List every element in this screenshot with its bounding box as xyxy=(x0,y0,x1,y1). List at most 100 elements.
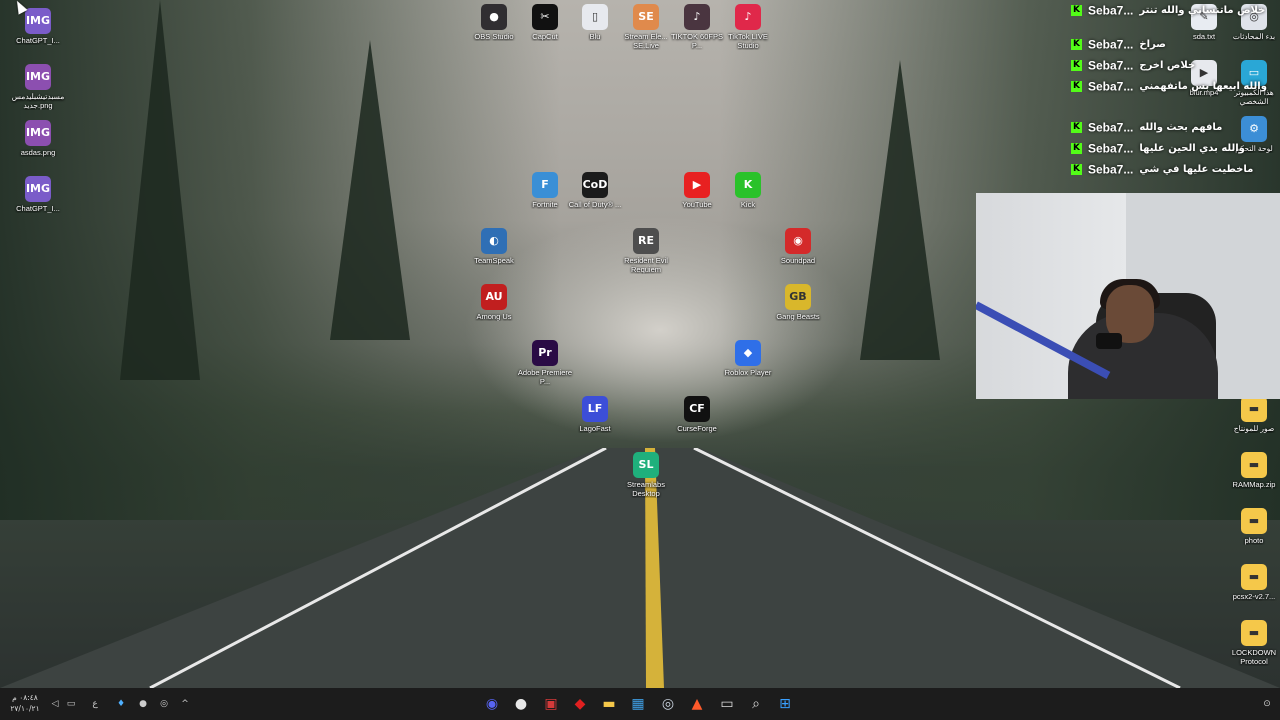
desktop-shortcut[interactable]: SL Streamlabs Desktop xyxy=(616,452,676,508)
kick-badge-icon: K xyxy=(1071,5,1082,16)
file-icon: ▯ xyxy=(582,4,608,30)
notification-icon[interactable]: ⊙ xyxy=(1260,694,1274,714)
streamelements-icon: SE xyxy=(633,4,659,30)
desktop-shortcut-label: Resident Evil Requiem xyxy=(624,256,668,274)
desktop-shortcut[interactable]: ▬ photo xyxy=(1224,508,1280,564)
desktop-shortcut-label: LagoFast xyxy=(579,424,611,433)
desktop-shortcut[interactable]: ◉ Soundpad xyxy=(768,228,828,284)
chat-overlay: K Seba7... خلاص ماتنساني والله تنتر K Seba7.… xyxy=(1068,0,1280,180)
desktop-shortcut[interactable]: AU Among Us xyxy=(464,284,524,340)
kick-icon: K xyxy=(735,172,761,198)
desktop-shortcut[interactable]: IMG ChatGPT_I... xyxy=(8,8,68,64)
wallpaper-tree xyxy=(330,40,410,340)
image-file-icon: IMG xyxy=(25,64,51,90)
desktop-shortcut-label: photo xyxy=(1244,536,1264,545)
mic-icon[interactable]: ♦ xyxy=(114,694,128,714)
desktop-shortcut[interactable]: CoD Call of Duty® ... xyxy=(565,172,625,228)
chat-username: Seba7... xyxy=(1088,3,1134,18)
call-of-duty-icon: CoD xyxy=(582,172,608,198)
desktop-shortcut[interactable]: ▬ صور للمونتاج xyxy=(1224,396,1280,452)
desktop-shortcut-label: صور للمونتاج xyxy=(1233,424,1275,433)
obs-taskbar-icon[interactable]: ● xyxy=(511,694,531,714)
desktop-shortcut[interactable]: ◐ TeamSpeak xyxy=(464,228,524,284)
desktop-shortcut-label: Among Us xyxy=(476,312,512,321)
chat-text: خلاص اخرج xyxy=(1139,59,1196,71)
desktop-shortcut[interactable]: K Kick xyxy=(718,172,778,228)
desktop-shortcut-label: pcsx2-v2.7... xyxy=(1232,592,1276,601)
desktop[interactable]: IMG ChatGPT_I... IMG مسبدتيشبليدمس جديد.png… xyxy=(0,0,1280,688)
desktop-shortcut[interactable]: ▬ LOCKDOWN Protocol xyxy=(1224,620,1280,676)
webcam-overlay xyxy=(976,193,1280,399)
image-file-icon: IMG xyxy=(25,176,51,202)
resident-evil-icon: RE xyxy=(633,228,659,254)
desktop-shortcut-label: RAMMap.zip xyxy=(1232,480,1276,489)
chat-message: K Seba7... والله بدي الحين عليها xyxy=(1068,138,1248,156)
chat-text: والله ابيعها بس ماتفهمني xyxy=(1139,80,1267,92)
kick-badge-icon: K xyxy=(1071,39,1082,50)
kick-badge-icon: K xyxy=(1071,81,1082,92)
folder-icon: ▬ xyxy=(1241,564,1267,590)
store-icon[interactable]: ▦ xyxy=(628,694,648,714)
tiktok-live-icon: ♪ xyxy=(735,4,761,30)
clock[interactable]: ٠٨:٤٨ م ٢٧/١٠/٢١ xyxy=(8,692,42,714)
steam-icon[interactable]: ◎ xyxy=(658,694,678,714)
desktop-shortcut[interactable]: IMG مسبدتيشبليدمس جديد.png xyxy=(8,64,68,120)
red-app-icon[interactable]: ◆ xyxy=(570,694,590,714)
kick-badge-icon: K xyxy=(1071,164,1082,175)
language-indicator[interactable]: ع xyxy=(88,694,102,714)
chat-message: K Seba7... والله ابيعها بس ماتفهمني xyxy=(1068,76,1267,94)
desktop-shortcut[interactable]: ♪ TikTok LIVE Studio xyxy=(718,4,778,60)
obs-icon: ● xyxy=(481,4,507,30)
desktop-shortcut-label: LOCKDOWN Protocol xyxy=(1231,648,1277,666)
desktop-shortcut[interactable]: ◆ Roblox Player xyxy=(718,340,778,396)
discord-icon[interactable]: ◉ xyxy=(482,694,502,714)
youtube-icon: ▶ xyxy=(684,172,710,198)
premiere-icon: Pr xyxy=(532,340,558,366)
streamlabs-tray-icon[interactable]: ◎ xyxy=(157,694,171,714)
image-file-icon: IMG xyxy=(25,8,51,34)
kick-badge-icon: K xyxy=(1071,143,1082,154)
chat-message: K Seba7... مافهم بحث والله xyxy=(1068,117,1248,135)
network-icon[interactable]: ▭ xyxy=(64,694,78,714)
curseforge-icon: CF xyxy=(684,396,710,422)
desktop-shortcut[interactable]: IMG asdas.png xyxy=(8,120,68,176)
desktop-shortcut[interactable]: Pr Adobe Premiere P... xyxy=(515,340,575,396)
streamer-app-icon[interactable]: ▣ xyxy=(541,694,561,714)
lagofast-icon: LF xyxy=(582,396,608,422)
kick-badge-icon: K xyxy=(1071,122,1082,133)
chat-message: K Seba7... خلاص اخرج xyxy=(1068,55,1248,73)
desktop-shortcut-label: asdas.png xyxy=(20,148,56,157)
wallpaper-tree xyxy=(120,0,200,380)
brave-icon[interactable]: ▲ xyxy=(687,694,707,714)
desktop-shortcut[interactable]: ▬ RAMMap.zip xyxy=(1224,452,1280,508)
desktop-shortcut-label: Adobe Premiere P... xyxy=(517,368,573,386)
desktop-shortcut[interactable]: ▬ pcsx2-v2.7... xyxy=(1224,564,1280,620)
show-hidden-icons-icon[interactable]: ^ xyxy=(178,694,192,714)
desktop-shortcut-label: Roblox Player xyxy=(724,368,772,377)
roblox-icon: ◆ xyxy=(735,340,761,366)
among-us-icon: AU xyxy=(481,284,507,310)
desktop-shortcut-label: CurseForge xyxy=(677,424,717,433)
desktop-shortcut[interactable]: CF CurseForge xyxy=(667,396,727,452)
desktop-shortcut[interactable]: LF LagoFast xyxy=(565,396,625,452)
microphone xyxy=(1096,333,1122,349)
start-icon[interactable]: ⊞ xyxy=(775,694,795,714)
search-icon[interactable]: ⌕ xyxy=(746,694,766,714)
tiktok-icon: ♪ xyxy=(684,4,710,30)
desktop-shortcut-label: TeamSpeak xyxy=(474,256,514,265)
file-explorer-icon[interactable]: ▬ xyxy=(599,694,619,714)
volume-icon[interactable]: ◁ xyxy=(48,694,62,714)
chat-message: K Seba7... صراخ xyxy=(1068,34,1248,52)
taskbar: ٠٨:٤٨ م ٢٧/١٠/٢١ ◁ ▭ ع ♦ ● ◎ ^ ◉ ● ▣ ◆ ▬ ▦ ◎ ▲ ▭… xyxy=(0,688,1280,720)
obs-tray-icon[interactable]: ● xyxy=(136,694,150,714)
task-view-icon[interactable]: ▭ xyxy=(717,694,737,714)
chat-username: Seba7... xyxy=(1088,58,1134,73)
desktop-shortcut-label: Soundpad xyxy=(780,256,816,265)
chat-text: والله بدي الحين عليها xyxy=(1139,142,1245,154)
desktop-shortcut[interactable]: GB Gang Beasts xyxy=(768,284,828,340)
clock-date: ٢٧/١٠/٢١ xyxy=(10,704,40,713)
clock-time: ٠٨:٤٨ م xyxy=(12,693,38,702)
fortnite-icon: F xyxy=(532,172,558,198)
desktop-shortcut[interactable]: RE Resident Evil Requiem xyxy=(616,228,676,284)
desktop-shortcut[interactable]: IMG ChatGPT_I... xyxy=(8,176,68,232)
